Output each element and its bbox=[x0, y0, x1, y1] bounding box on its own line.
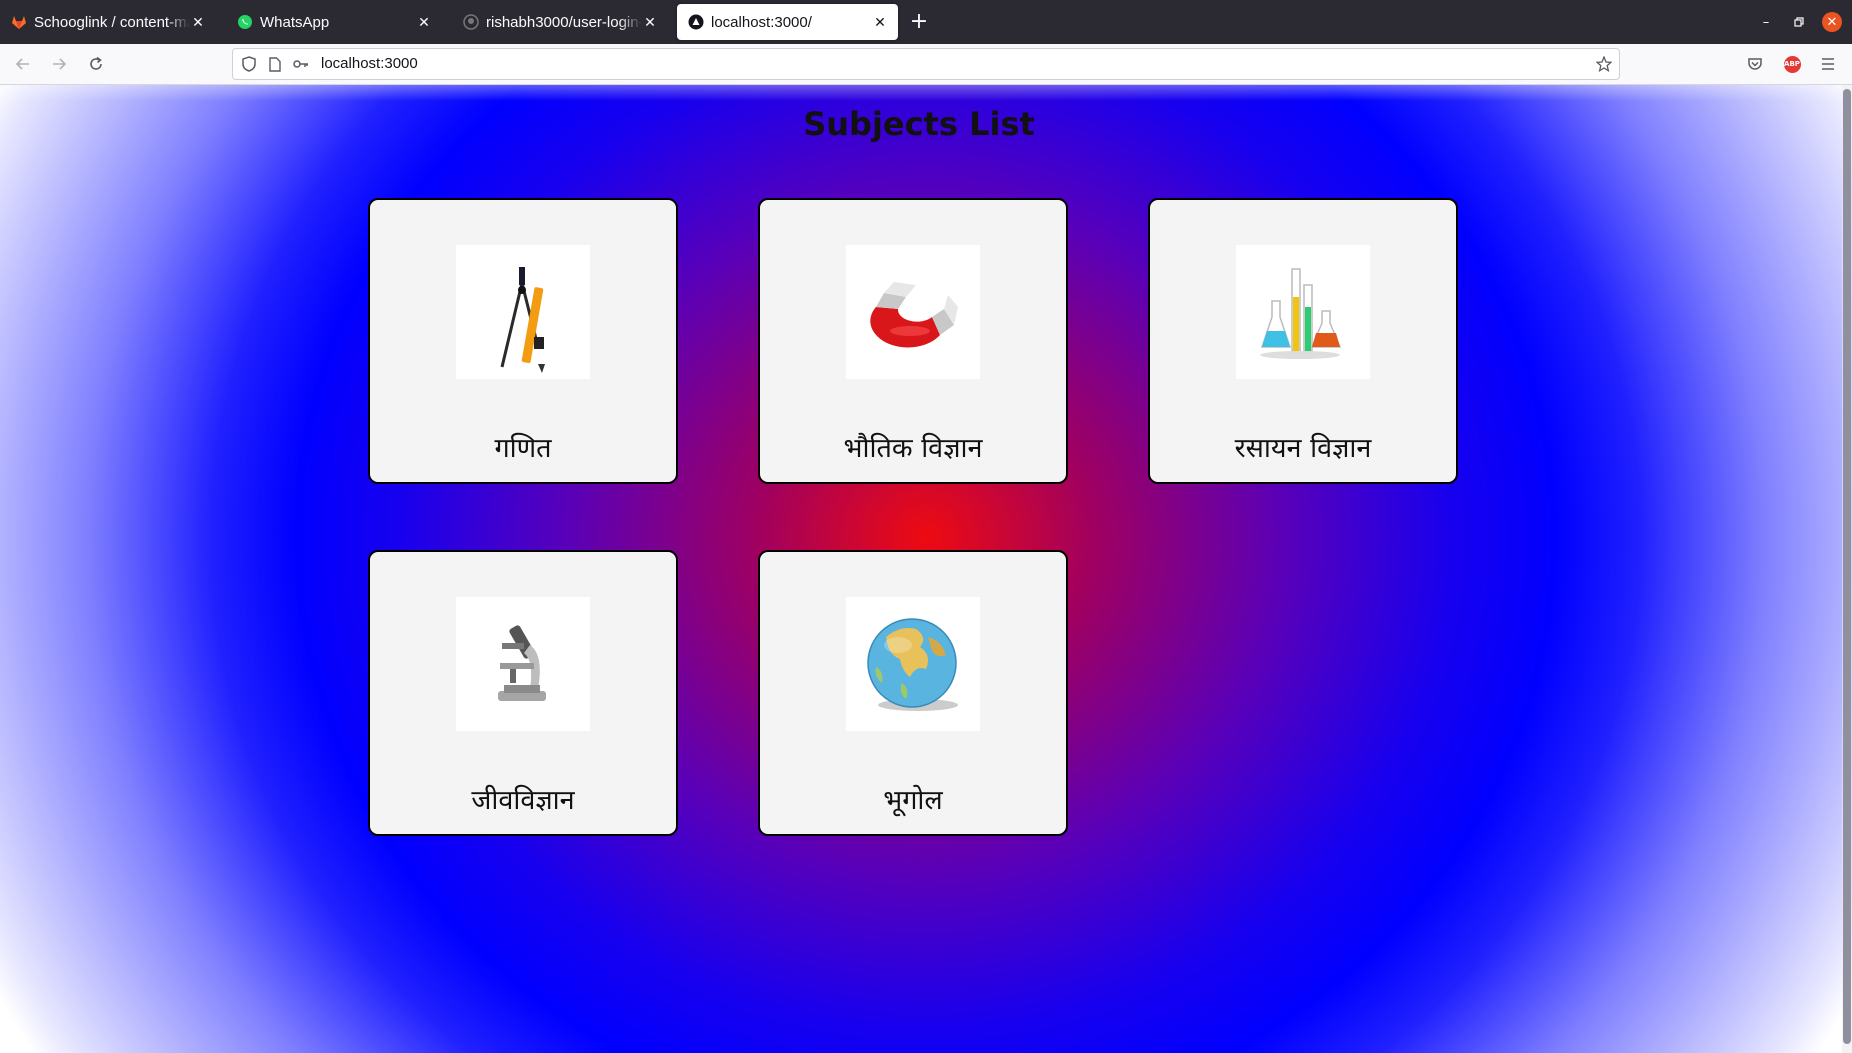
microscope-icon bbox=[456, 597, 590, 731]
close-window-icon[interactable]: ✕ bbox=[1822, 12, 1842, 32]
close-icon[interactable]: ✕ bbox=[642, 14, 658, 30]
minimize-icon[interactable]: – bbox=[1756, 12, 1776, 32]
url-bar[interactable]: localhost:3000 bbox=[232, 48, 1620, 80]
globe-icon bbox=[846, 597, 980, 731]
github-icon bbox=[462, 14, 479, 31]
back-icon[interactable] bbox=[12, 53, 34, 75]
restore-icon[interactable] bbox=[1789, 12, 1809, 32]
subject-card-biology[interactable]: जीवविज्ञान bbox=[368, 550, 678, 836]
navigation-bar: localhost:3000 ABP bbox=[0, 44, 1852, 85]
gitlab-icon bbox=[10, 14, 27, 31]
tab-title: localhost:3000/ bbox=[711, 13, 812, 31]
subject-card-physics[interactable]: भौतिक विज्ञान bbox=[758, 198, 1068, 484]
bookmark-star-icon[interactable] bbox=[1596, 56, 1612, 72]
subject-label: गणित bbox=[494, 433, 552, 464]
url-text: localhost:3000 bbox=[321, 55, 418, 72]
page-content: Subjects List गणित भौतिक विज्ञान रसायन व… bbox=[0, 85, 1852, 1053]
subject-card-math[interactable]: गणित bbox=[368, 198, 678, 484]
tab-github[interactable]: rishabh3000/user-login-a ✕ bbox=[452, 4, 668, 40]
tab-strip: Schooglink / content-man ✕ WhatsApp ✕ ri… bbox=[0, 0, 1852, 44]
tab-localhost[interactable]: localhost:3000/ ✕ bbox=[677, 4, 898, 40]
page-title: Subjects List bbox=[803, 105, 1035, 143]
reload-icon[interactable] bbox=[85, 53, 107, 75]
shield-icon[interactable] bbox=[241, 56, 257, 72]
tab-title: Schooglink / content-man bbox=[34, 13, 190, 31]
close-icon[interactable]: ✕ bbox=[190, 14, 206, 30]
adblock-icon[interactable]: ABP bbox=[1781, 53, 1803, 75]
compass-icon bbox=[456, 245, 590, 379]
subject-label: भूगोल bbox=[883, 785, 943, 816]
tab-title: WhatsApp bbox=[260, 13, 330, 31]
page-icon bbox=[267, 56, 283, 72]
close-icon[interactable]: ✕ bbox=[416, 14, 432, 30]
subject-card-geography[interactable]: भूगोल bbox=[758, 550, 1068, 836]
new-tab-button[interactable]: + bbox=[909, 11, 929, 33]
tab-whatsapp[interactable]: WhatsApp ✕ bbox=[226, 4, 442, 40]
react-icon bbox=[687, 14, 704, 31]
subject-card-chemistry[interactable]: रसायन विज्ञान bbox=[1148, 198, 1458, 484]
subject-label: जीवविज्ञान bbox=[471, 785, 575, 816]
chemistry-flasks-icon bbox=[1236, 245, 1370, 379]
pocket-icon[interactable] bbox=[1744, 53, 1766, 75]
close-icon[interactable]: ✕ bbox=[872, 14, 888, 30]
forward-icon[interactable] bbox=[48, 53, 70, 75]
scrollbar-thumb[interactable] bbox=[1843, 89, 1851, 1044]
key-icon[interactable] bbox=[293, 56, 309, 72]
top-shade bbox=[0, 85, 1852, 101]
subject-label: भौतिक विज्ञान bbox=[843, 433, 983, 464]
subject-label: रसायन विज्ञान bbox=[1234, 433, 1372, 464]
whatsapp-icon bbox=[236, 14, 253, 31]
magnet-icon bbox=[846, 245, 980, 379]
menu-icon[interactable] bbox=[1817, 53, 1839, 75]
tab-title: rishabh3000/user-login-a bbox=[486, 13, 642, 31]
scrollbar[interactable] bbox=[1842, 85, 1852, 1053]
tab-gitlab[interactable]: Schooglink / content-man ✕ bbox=[0, 4, 216, 40]
